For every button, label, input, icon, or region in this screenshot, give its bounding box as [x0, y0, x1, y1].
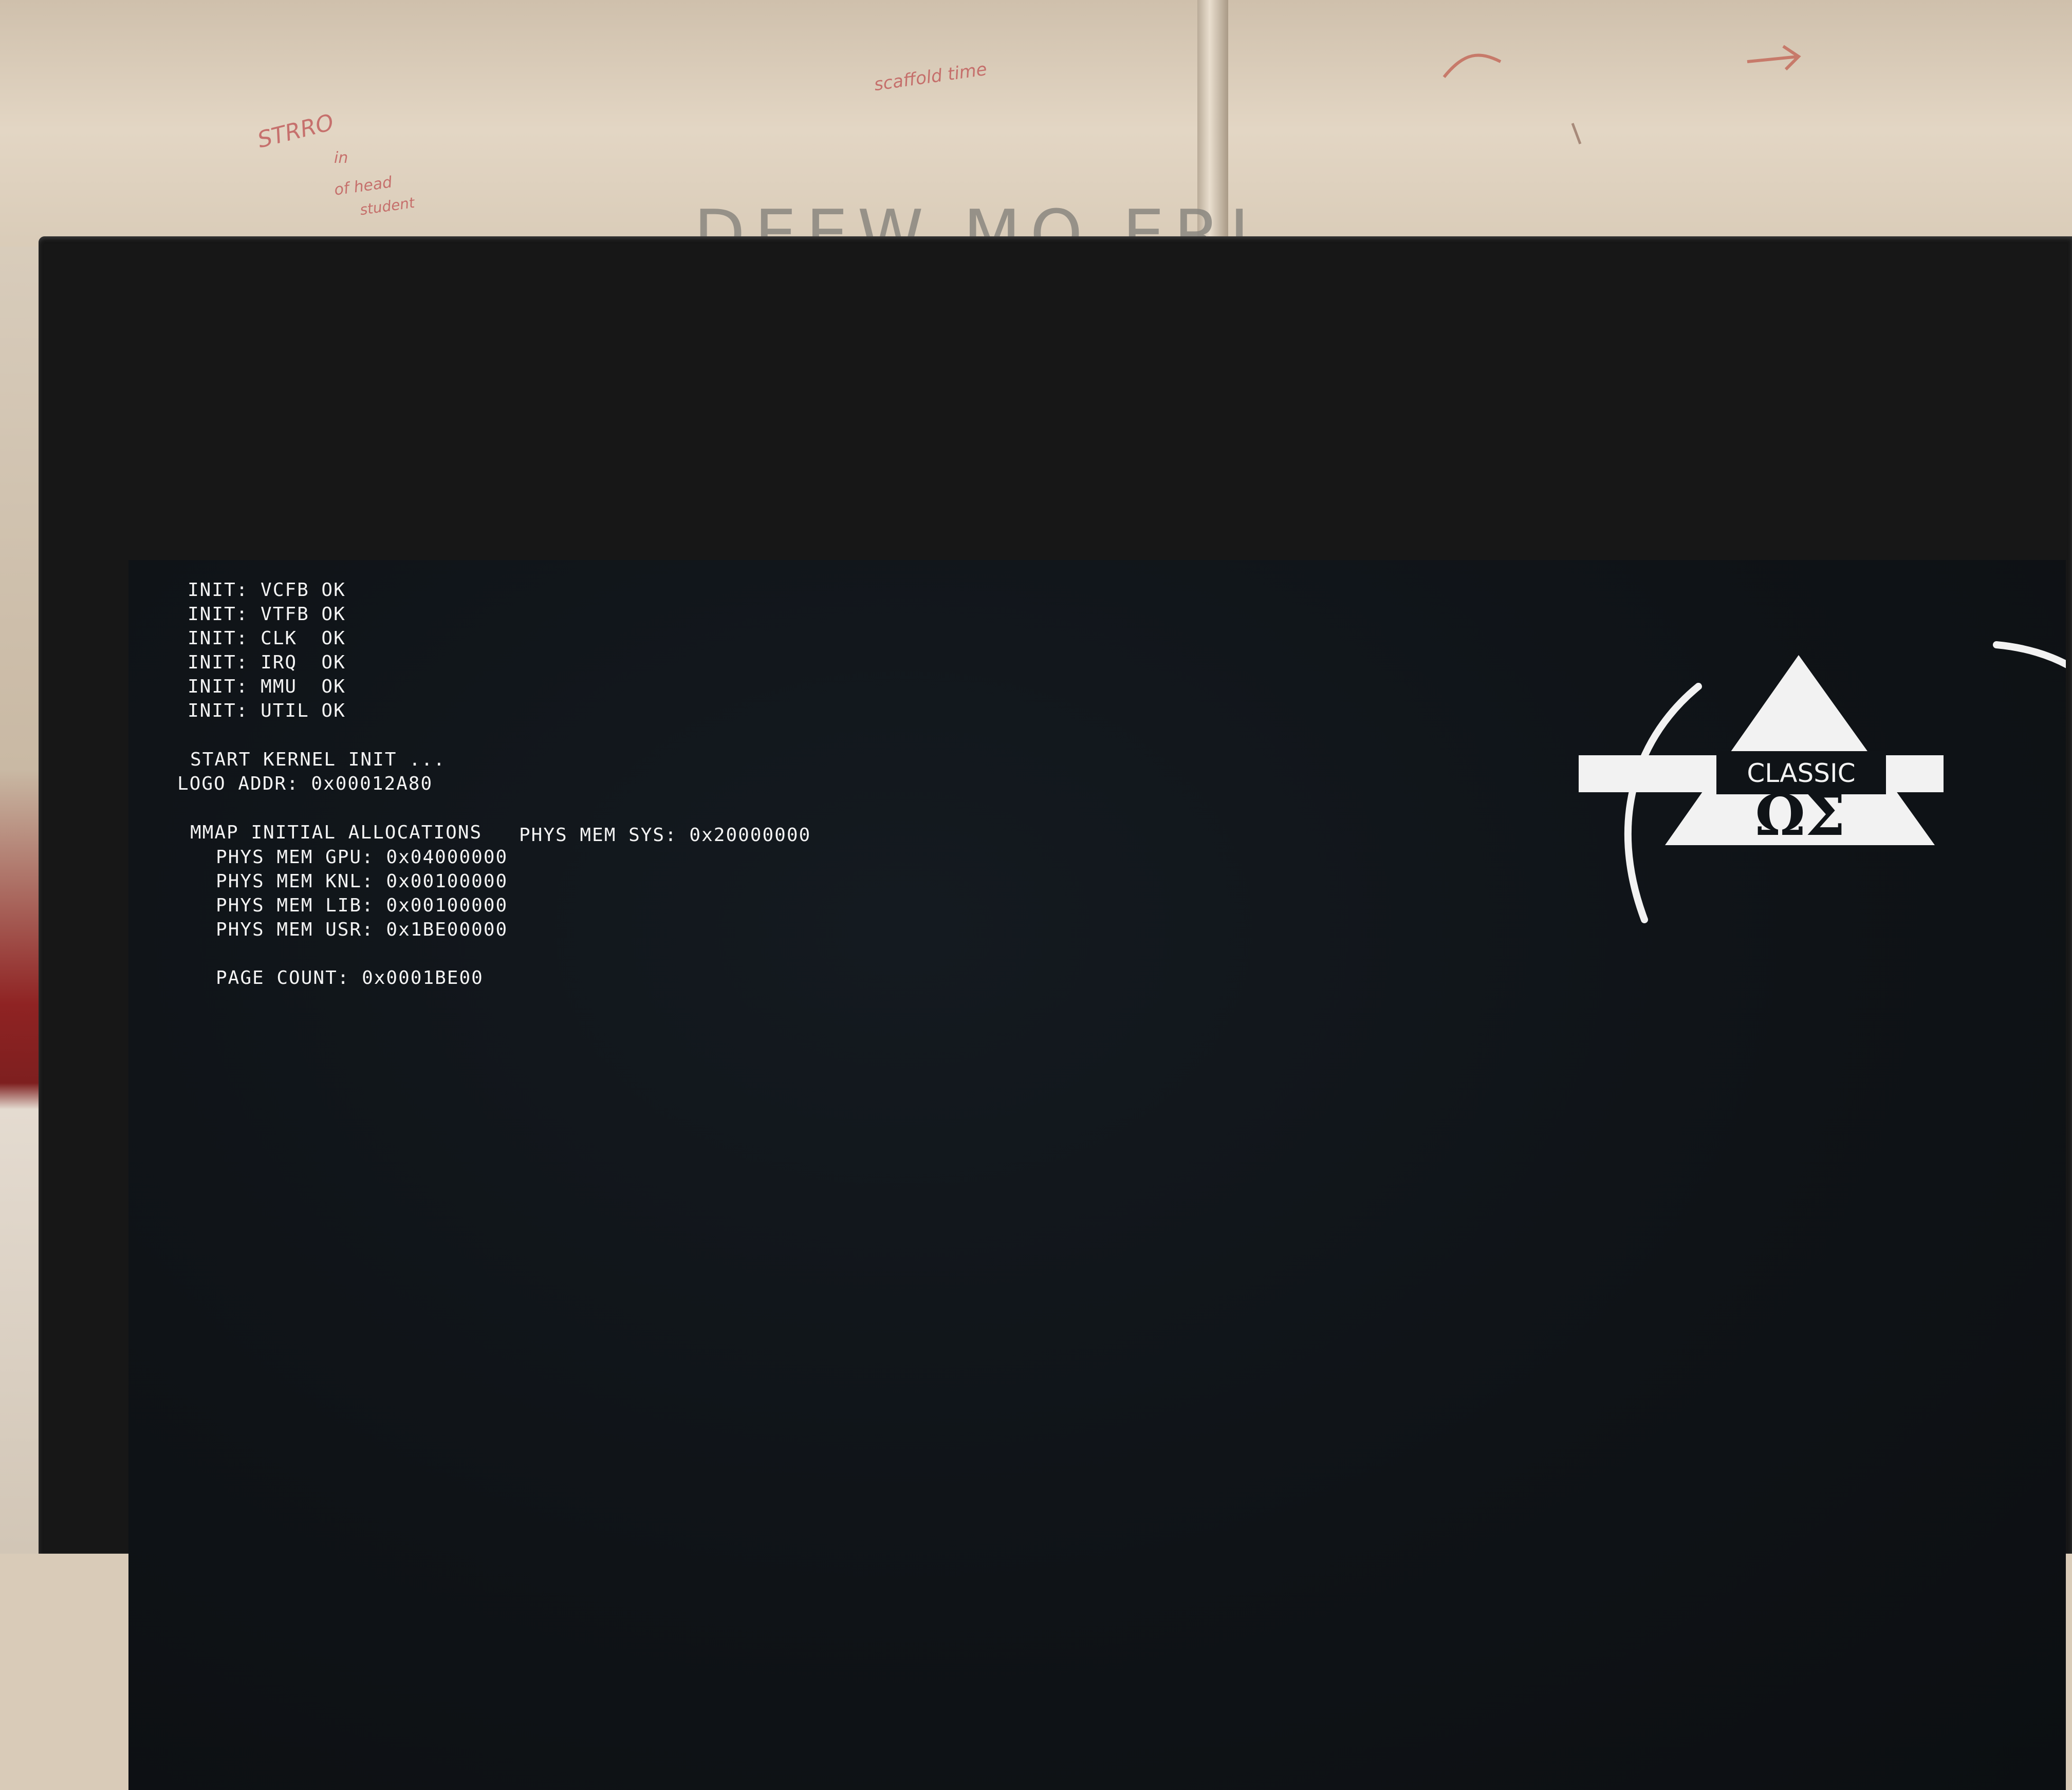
whiteboard-arrows	[1442, 45, 1801, 144]
whiteboard-scribble: STRRO	[255, 109, 337, 154]
logo-arc-top	[1993, 641, 2066, 668]
init-line: INIT: MMU OK	[188, 676, 346, 697]
monitor-screen: INIT: VCFB OK INIT: VTFB OK INIT: CLK OK…	[128, 560, 2066, 1790]
init-line: INIT: CLK OK	[188, 628, 346, 649]
phys-mem-line: PHYS MEM LIB: 0x00100000	[216, 895, 508, 916]
page-count-line: PAGE COUNT: 0x0001BE00	[216, 967, 484, 989]
classic-omega-sigma-logo: CLASSIC ΩΣ	[1579, 641, 2066, 923]
mmap-header: MMAP INITIAL ALLOCATIONS	[190, 822, 483, 843]
phys-mem-line: PHYS MEM GPU: 0x04000000	[216, 847, 508, 868]
phys-mem-sys-line: PHYS MEM SYS: 0x20000000	[519, 825, 811, 846]
boot-console: INIT: VCFB OK INIT: VTFB OK INIT: CLK OK…	[128, 560, 810, 1067]
kernel-start-line: START KERNEL INIT ...	[190, 749, 446, 770]
init-line: INIT: IRQ OK	[188, 652, 346, 673]
whiteboard-scribble: student	[359, 194, 416, 219]
init-line: INIT: VCFB OK	[188, 580, 346, 601]
photo-scene: DEEW MQ ERI STRRO in of head student sca…	[0, 0, 2072, 1790]
whiteboard-scribble: of head	[333, 173, 394, 199]
logo-addr-line: LOGO ADDR: 0x00012A80	[177, 773, 433, 794]
whiteboard-scribble: scaffold time	[873, 59, 988, 96]
monitor-bezel: INIT: VCFB OK INIT: VTFB OK INIT: CLK OK…	[39, 236, 2072, 1790]
init-line: INIT: UTIL OK	[188, 700, 346, 721]
phys-mem-line: PHYS MEM USR: 0x1BE00000	[216, 919, 508, 940]
logo-arc-left	[1624, 683, 1702, 923]
whiteboard-scribble: in	[334, 149, 348, 167]
init-line: INIT: VTFB OK	[188, 604, 346, 625]
phys-mem-line: PHYS MEM KNL: 0x00100000	[216, 871, 508, 892]
logo-symbols: ΩΣ	[1755, 782, 1845, 848]
